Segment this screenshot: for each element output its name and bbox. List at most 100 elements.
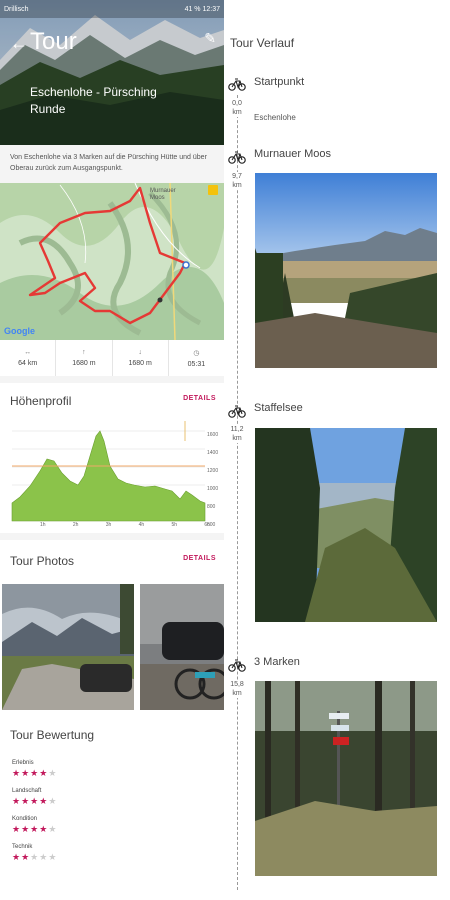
app-screenshot: Drillisch 41 % 12:37 ← Tour ✎ Eschenlohe…	[0, 0, 224, 900]
waypoint-distance: 9,7 km	[226, 172, 248, 191]
photos-details-link[interactable]: DETAILS	[183, 555, 216, 562]
x-tick: 5h	[171, 522, 178, 528]
tour-rating-card: Tour Bewertung Erlebnis ★★★★★ Landschaft…	[0, 718, 224, 900]
status-right: 41 % 12:37	[184, 5, 220, 13]
timeline-line	[237, 95, 238, 890]
distance-value: 9,7	[232, 173, 242, 180]
star-empty-icon: ★	[48, 768, 58, 778]
photos-title: Tour Photos	[10, 554, 75, 568]
waypoint-name: Murnauer Moos	[254, 148, 332, 160]
x-tick: 6h	[204, 522, 210, 528]
rating-row: Technik ★★★★★	[12, 844, 57, 863]
tour-description: Von Eschenlohe via 3 Marken auf die Pürs…	[10, 154, 207, 172]
star-rating: ★★★★★	[12, 852, 57, 863]
bicycle-icon	[228, 151, 246, 164]
profile-title: Höhenprofil	[10, 394, 72, 408]
x-tick: 1h	[40, 522, 46, 528]
star-filled-icon: ★	[30, 824, 40, 834]
rating-label: Technik	[12, 844, 33, 850]
ascent-icon: ↑	[82, 349, 86, 356]
stat-value: 05:31	[187, 360, 206, 368]
stat-distance: ↔ 64 km	[0, 340, 57, 376]
profile-details-link[interactable]: DETAILS	[183, 395, 216, 402]
y-tick: 800	[207, 504, 216, 510]
waypoint-distance: 0,0 km	[226, 99, 248, 118]
stat-value: 64 km	[18, 360, 38, 367]
waypoint-photo[interactable]	[255, 173, 437, 368]
bicycle-icon	[228, 405, 246, 418]
star-rating: ★★★★★	[12, 824, 57, 835]
rating-label: Landschaft	[12, 788, 42, 794]
waypoint-name: Startpunkt	[254, 76, 305, 88]
star-filled-icon: ★	[12, 796, 22, 806]
star-empty-icon: ★	[30, 852, 40, 862]
stat-time: ◷ 05:31	[169, 340, 224, 376]
elevation-profile-card: Höhenprofil DETAILS 1600 1400 1200 1000 …	[0, 383, 224, 533]
y-tick: 1400	[207, 450, 219, 456]
timeline-title: Tour Verlauf	[230, 36, 295, 50]
waypoint-photo[interactable]	[255, 428, 437, 622]
star-filled-icon: ★	[30, 768, 40, 778]
tour-photo[interactable]	[140, 584, 224, 710]
stat-value: 1680 m	[72, 360, 96, 367]
rating-title: Tour Bewertung	[10, 728, 95, 742]
x-axis-labels: 1h 2h 3h 4h 5h 6h	[40, 522, 210, 528]
star-filled-icon: ★	[12, 852, 22, 862]
star-empty-icon: ★	[48, 796, 58, 806]
waypoint-name: 3 Marken	[254, 656, 300, 668]
tour-name: Eschenlohe - Pürsching Runde	[30, 85, 157, 117]
rating-row: Landschaft ★★★★★	[12, 788, 57, 807]
star-empty-icon: ★	[48, 824, 58, 834]
y-tick: 1600	[207, 432, 219, 438]
star-filled-icon: ★	[39, 768, 49, 778]
google-logo: Google	[4, 326, 35, 336]
rating-label: Kondition	[12, 816, 38, 822]
distance-icon: ↔	[24, 349, 32, 356]
descent-icon: ↓	[138, 349, 142, 356]
distance-unit: km	[232, 182, 242, 190]
elevation-chart	[11, 421, 206, 522]
tour-photos-card: Tour Photos DETAILS	[0, 540, 224, 718]
star-empty-icon: ★	[48, 852, 58, 862]
waypoint-name: Staffelsee	[254, 402, 303, 414]
rating-row: Kondition ★★★★★	[12, 816, 57, 835]
time-icon: ◷	[193, 349, 200, 357]
tour-stats: ↔ 64 km ↑ 1680 m ↓ 1680 m ◷ 05:31	[0, 340, 224, 376]
x-tick: 2h	[72, 522, 79, 528]
distance-unit: km	[232, 109, 242, 117]
rating-label: Erlebnis	[12, 760, 34, 766]
star-rating: ★★★★★	[12, 796, 57, 807]
carrier-label: Drillisch	[4, 5, 29, 13]
star-filled-icon: ★	[12, 824, 22, 834]
waypoint-photo[interactable]	[255, 681, 437, 876]
star-filled-icon: ★	[21, 824, 31, 834]
star-filled-icon: ★	[30, 796, 40, 806]
bicycle-icon	[228, 78, 246, 91]
stat-value: 1680 m	[128, 360, 152, 367]
waypoint-distance: 11,2 km	[226, 425, 248, 444]
stat-descent: ↓ 1680 m	[113, 340, 169, 376]
star-filled-icon: ★	[21, 768, 31, 778]
rating-row: Erlebnis ★★★★★	[12, 760, 57, 779]
star-filled-icon: ★	[12, 768, 22, 778]
star-rating: ★★★★★	[12, 768, 57, 779]
waypoint-location: Eschenlohe	[254, 113, 296, 122]
route-map[interactable]: Murnauer Moos Google	[0, 183, 224, 340]
x-tick: 3h	[105, 522, 112, 528]
map-place-label: Murnauer Moos	[150, 188, 176, 202]
y-tick: 1200	[207, 468, 219, 474]
distance-unit: km	[232, 435, 242, 443]
y-axis-labels: 1600 1400 1200 1000 800 600	[207, 426, 224, 534]
star-filled-icon: ★	[21, 852, 31, 862]
distance-value: 0,0	[232, 100, 242, 107]
hero-image: Drillisch 41 % 12:37 ← Tour ✎ Eschenlohe…	[0, 0, 224, 145]
back-arrow-icon[interactable]: ←	[10, 33, 28, 54]
edit-icon[interactable]: ✎	[204, 30, 216, 47]
star-filled-icon: ★	[39, 796, 49, 806]
x-tick: 4h	[138, 522, 145, 528]
stat-ascent: ↑ 1680 m	[56, 340, 113, 376]
distance-value: 15,8	[230, 681, 244, 688]
star-filled-icon: ★	[39, 824, 49, 834]
tour-photo[interactable]	[2, 584, 134, 710]
y-tick: 1000	[207, 486, 219, 492]
